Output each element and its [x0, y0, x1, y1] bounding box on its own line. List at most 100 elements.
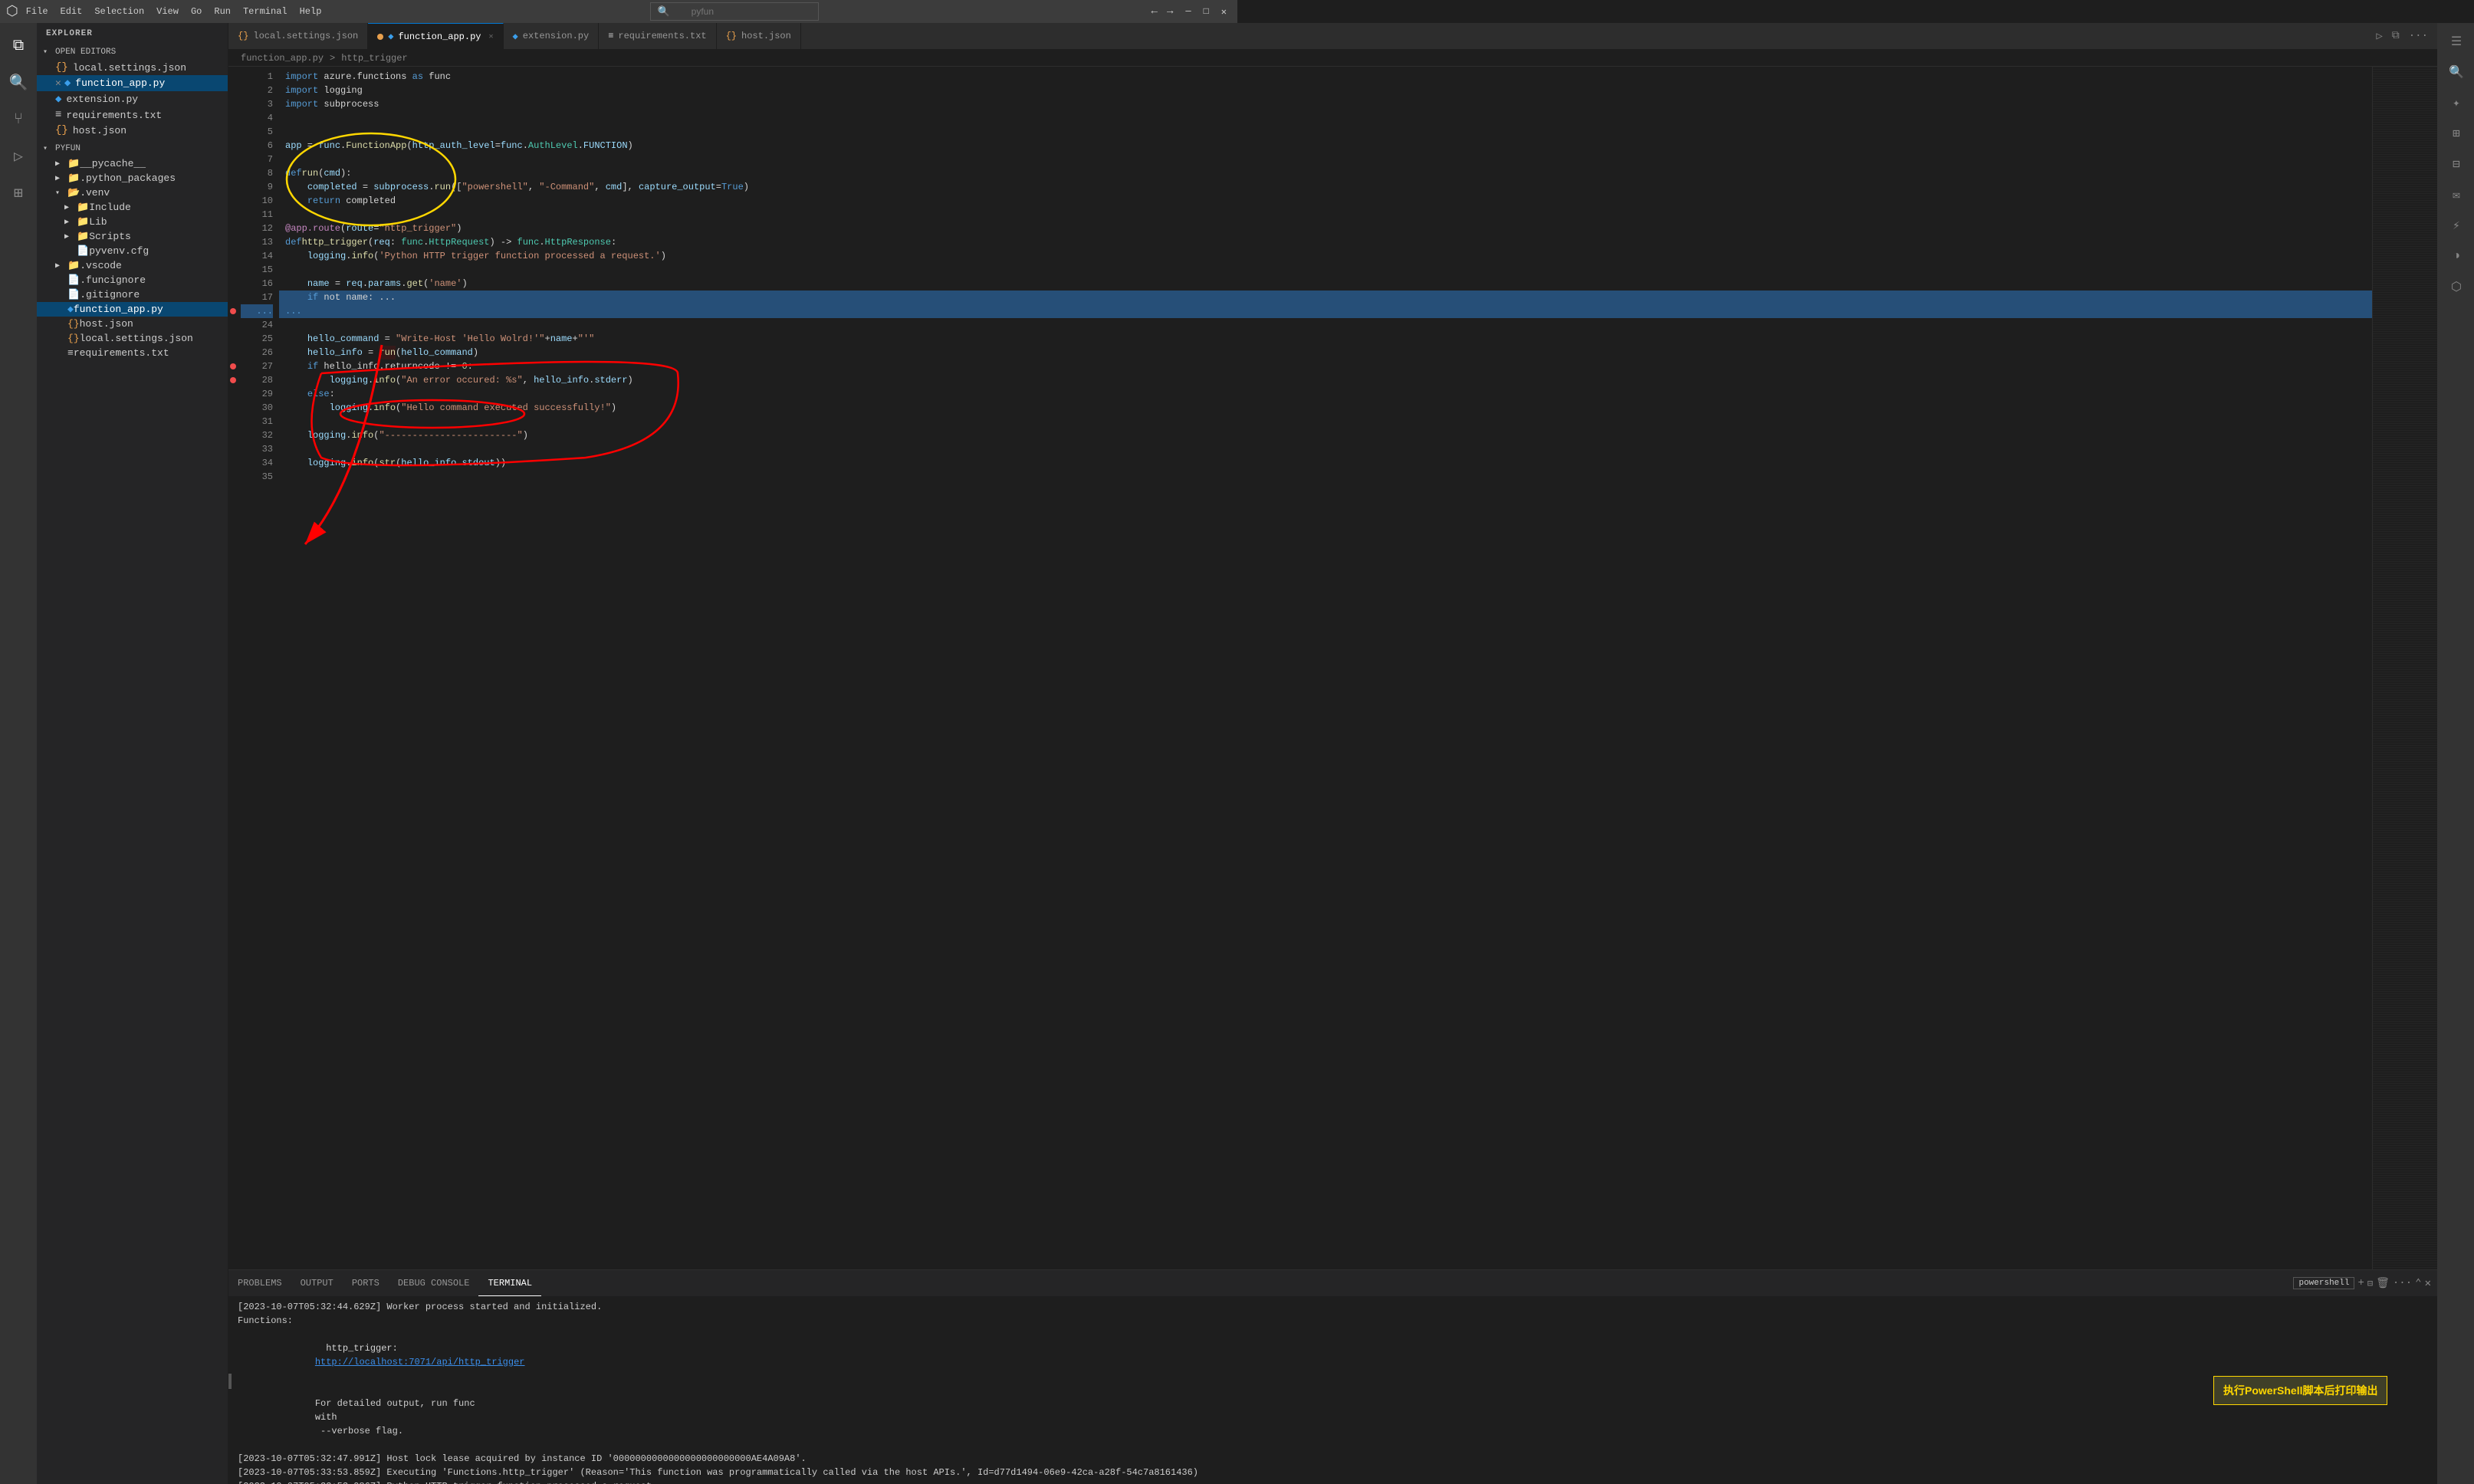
- code-line-25: hello_command = "Write-Host 'Hello Wolrd…: [279, 332, 2437, 346]
- tree-pyvenv[interactable]: ▶ 📄 pyvenv.cfg: [37, 244, 228, 258]
- open-editors-header[interactable]: ▾ OPEN EDITORS: [37, 44, 228, 60]
- tab-icon: {}: [726, 31, 737, 41]
- folder-chevron-icon: ▾: [55, 189, 64, 198]
- open-editor-requirements[interactable]: ≡ requirements.txt: [37, 107, 228, 123]
- activity-explorer[interactable]: ⧉: [0, 29, 37, 63]
- tab-debug-console[interactable]: DEBUG CONSOLE: [389, 1270, 479, 1296]
- tree-funcignore[interactable]: ▶ 📄 .funcignore: [37, 273, 228, 287]
- tree-host-json[interactable]: ▶ {} host.json: [37, 317, 228, 331]
- maximize-terminal-icon[interactable]: ⌃: [2415, 1277, 2421, 1290]
- open-editor-label: extension.py: [66, 94, 138, 105]
- project-header[interactable]: ▾ PYFUN: [37, 141, 228, 156]
- tab-local-settings[interactable]: {} local.settings.json: [228, 23, 368, 49]
- tree-python-packages[interactable]: ▶ 📁 .python_packages: [37, 171, 228, 186]
- code-editor: 12345 678910 1112131415 1617... 24252627…: [228, 67, 2437, 1269]
- menu-edit[interactable]: Edit: [61, 6, 83, 17]
- tree-scripts[interactable]: ▶ 📁 Scripts: [37, 229, 228, 244]
- menu-run[interactable]: Run: [214, 6, 231, 17]
- close-button[interactable]: ✕: [1217, 6, 1231, 18]
- right-icon-5[interactable]: ⊟: [2443, 152, 2468, 176]
- tab-close-icon[interactable]: ✕: [489, 32, 494, 41]
- tab-ports[interactable]: PORTS: [343, 1270, 389, 1296]
- code-line-30: logging.info("Hello command executed suc…: [279, 401, 2437, 415]
- code-line-24: [279, 318, 2437, 332]
- open-editor-function-app[interactable]: ✕ ◆ function_app.py: [37, 75, 228, 91]
- menu-help[interactable]: Help: [300, 6, 322, 17]
- terminal-line-5: http_trigger: http://localhost:7071/api/…: [238, 1328, 2201, 1383]
- kill-terminal-icon[interactable]: 🗑: [2376, 1277, 2390, 1290]
- tab-terminal[interactable]: TERMINAL: [478, 1270, 541, 1296]
- tab-host[interactable]: {} host.json: [717, 23, 801, 49]
- right-icon-2[interactable]: 🔍: [2443, 60, 2468, 84]
- tab-label-active: function_app.py: [398, 31, 481, 42]
- terminal-url[interactable]: http://localhost:7071/api/http_trigger: [315, 1357, 525, 1367]
- maximize-button[interactable]: □: [1199, 6, 1214, 18]
- minimize-button[interactable]: ─: [1181, 6, 1195, 18]
- activity-git[interactable]: ⑂: [0, 103, 37, 136]
- open-editor-extension[interactable]: ◆ extension.py: [37, 91, 228, 107]
- nav-back-icon[interactable]: ←: [1148, 5, 1161, 18]
- right-icon-8[interactable]: ◑: [2443, 244, 2468, 268]
- tree-lib[interactable]: ▶ 📁 Lib: [37, 215, 228, 229]
- add-terminal-icon[interactable]: +: [2357, 1277, 2364, 1289]
- menu-terminal[interactable]: Terminal: [243, 6, 287, 17]
- tree-item-label: .python_packages: [80, 172, 176, 184]
- search-input[interactable]: [673, 5, 796, 18]
- code-line-3: import subprocess: [279, 97, 2437, 111]
- right-icon-3[interactable]: ✦: [2443, 90, 2468, 115]
- right-icon-7[interactable]: ⚡: [2443, 213, 2468, 238]
- activity-debug[interactable]: ▷: [0, 140, 37, 173]
- tab-label: local.settings.json: [253, 31, 358, 41]
- menu-selection[interactable]: Selection: [94, 6, 144, 17]
- tab-problems[interactable]: PROBLEMS: [228, 1270, 291, 1296]
- breadcrumb-file[interactable]: function_app.py: [241, 53, 324, 64]
- activity-search[interactable]: 🔍: [0, 66, 37, 100]
- tab-output[interactable]: OUTPUT: [291, 1270, 343, 1296]
- nav-forward-icon[interactable]: →: [1164, 5, 1176, 18]
- right-icon-6[interactable]: ✉: [2443, 182, 2468, 207]
- code-content[interactable]: import azure.functions as func import lo…: [279, 67, 2437, 1269]
- close-terminal-icon[interactable]: ✕: [2425, 1277, 2431, 1290]
- python-icon: ◆: [64, 77, 71, 90]
- split-terminal-icon[interactable]: ⊟: [2367, 1278, 2373, 1289]
- right-activity-bar: ☰ 🔍 ✦ ⊞ ⊟ ✉ ⚡ ◑ ⬡: [2437, 23, 2474, 1484]
- tree-include[interactable]: ▶ 📁 Include: [37, 200, 228, 215]
- tab-requirements[interactable]: ≡ requirements.txt: [599, 23, 716, 49]
- tree-function-app[interactable]: ▶ ◆ function_app.py: [37, 302, 228, 317]
- open-editor-local-settings[interactable]: {} local.settings.json: [37, 60, 228, 75]
- more-actions-icon[interactable]: ···: [2406, 28, 2431, 44]
- menu-file[interactable]: File: [26, 6, 48, 17]
- tabs-bar: {} local.settings.json ◆ function_app.py…: [228, 23, 2437, 50]
- activity-extensions[interactable]: ⊞: [0, 176, 37, 210]
- tab-dot: [377, 34, 383, 40]
- error-indicator-27: [230, 377, 236, 383]
- code-line-29: else:: [279, 387, 2437, 401]
- tree-pycache[interactable]: ▶ 📁 __pycache__: [37, 156, 228, 171]
- more-terminal-icon[interactable]: ···: [2393, 1277, 2412, 1289]
- right-icon-1[interactable]: ☰: [2443, 29, 2468, 54]
- folder-icon: 📁: [67, 158, 80, 169]
- tab-extension[interactable]: ◆ extension.py: [504, 23, 600, 49]
- run-button[interactable]: ▷: [2373, 28, 2385, 44]
- open-editor-host[interactable]: {} host.json: [37, 123, 228, 138]
- menu-go[interactable]: Go: [191, 6, 202, 17]
- menu-view[interactable]: View: [156, 6, 179, 17]
- right-icon-9[interactable]: ⬡: [2443, 274, 2468, 299]
- tab-function-app[interactable]: ◆ function_app.py ✕: [368, 23, 503, 49]
- right-icon-4[interactable]: ⊞: [2443, 121, 2468, 146]
- tab-label: host.json: [741, 31, 791, 41]
- split-editor-icon[interactable]: ⧉: [2389, 28, 2403, 44]
- close-editor-icon[interactable]: ✕: [55, 77, 61, 89]
- tree-item-label: pyvenv.cfg: [89, 245, 149, 257]
- terminal-shell-label[interactable]: powershell: [2293, 1277, 2354, 1289]
- tree-local-settings[interactable]: ▶ {} local.settings.json: [37, 331, 228, 346]
- folder-chevron-icon: ▶: [64, 218, 74, 227]
- tree-item-label: host.json: [80, 318, 133, 330]
- tree-venv[interactable]: ▾ 📂 .venv: [37, 186, 228, 200]
- terminal-toolbar: powershell + ⊟ 🗑 ··· ⌃ ✕: [2287, 1270, 2437, 1296]
- breadcrumb-section[interactable]: http_trigger: [341, 53, 407, 64]
- tree-vscode[interactable]: ▶ 📁 .vscode: [37, 258, 228, 273]
- terminal-output[interactable]: [2023-10-07T05:32:44.629Z] Worker proces…: [232, 1297, 2207, 1484]
- tree-gitignore[interactable]: ▶ 📄 .gitignore: [37, 287, 228, 302]
- tree-requirements[interactable]: ▶ ≡ requirements.txt: [37, 346, 228, 360]
